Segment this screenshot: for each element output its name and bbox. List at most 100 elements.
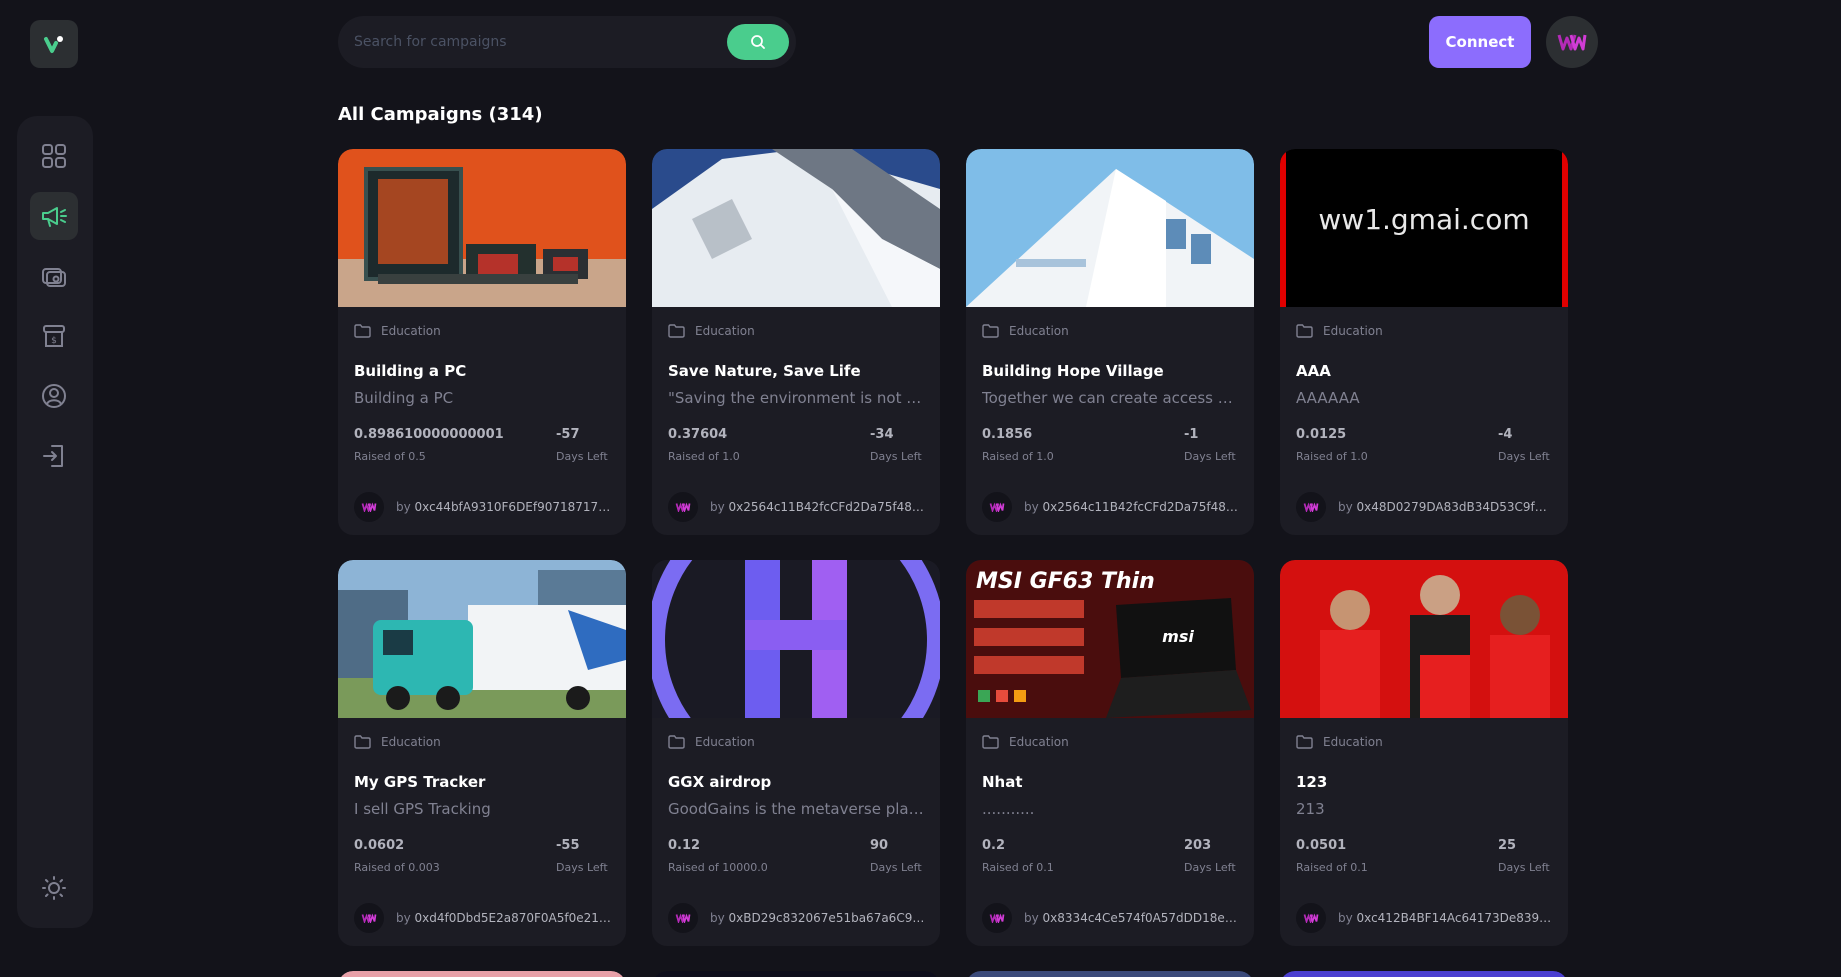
campaign-card[interactable]: Education Building Hope Village Together…: [966, 149, 1254, 535]
owner-address: by 0x8334c4Ce574f0A57dDD18ebD4C2B1A0F9E8…: [1024, 911, 1240, 925]
campaign-title: Building Hope Village: [982, 362, 1164, 380]
campaign-card[interactable]: MSI GF63 Thin msi Education Nhat .......…: [966, 560, 1254, 946]
campaign-description: GoodGains is the metaverse platform for …: [668, 800, 924, 818]
campaign-category: Education: [668, 324, 755, 338]
folder-icon: [354, 735, 371, 749]
amount-raised: 0.0501: [1296, 838, 1347, 853]
brand-avatar-icon: [989, 913, 1005, 923]
owner-address-value: 0x8334c4Ce574f0A57dDD18ebD4C2B1A0F9E8D7C…: [1042, 911, 1240, 925]
target-label: Raised of 10000.0: [668, 861, 768, 874]
campaign-image: [966, 971, 1254, 977]
payment-icon: [42, 268, 66, 287]
campaign-title: 123: [1296, 773, 1328, 791]
campaign-card[interactable]: [1280, 971, 1568, 977]
target-label: Raised of 1.0: [1296, 450, 1368, 463]
campaign-category: Education: [982, 735, 1069, 749]
amount-raised: 0.0125: [1296, 427, 1347, 442]
days-left-value: -55: [556, 838, 580, 853]
sidebar-item-logout[interactable]: [30, 432, 78, 480]
by-label: by: [710, 500, 725, 514]
search-input[interactable]: [354, 16, 654, 68]
amount-raised: 0.12: [668, 838, 701, 853]
owner-address: by 0x2564c11B42fcCFd2Da75f48222D6Fe5B6C0…: [1024, 500, 1240, 514]
brand-avatar-icon: [1303, 913, 1319, 923]
campaign-category: Education: [1296, 735, 1383, 749]
brand-avatar-icon: [989, 502, 1005, 512]
owner-address: by 0xc412B4BF14Ac64173De839BB38A1F2E3D4C…: [1338, 911, 1554, 925]
campaign-card[interactable]: [966, 971, 1254, 977]
target-label: Raised of 0.003: [354, 861, 440, 874]
owner-avatar: [1296, 903, 1326, 933]
category-label: Education: [695, 735, 755, 749]
brand-avatar-icon: [675, 913, 691, 923]
category-label: Education: [1009, 735, 1069, 749]
days-left-label: Days Left: [1184, 861, 1236, 874]
owner-avatar: [982, 492, 1012, 522]
campaign-description: ...........: [982, 800, 1035, 818]
campaign-category: Education: [354, 735, 441, 749]
campaign-image: [1280, 971, 1568, 977]
sidebar-item-profile[interactable]: [30, 372, 78, 420]
sidebar-item-withdraw[interactable]: $: [30, 312, 78, 360]
folder-icon: [1296, 735, 1313, 749]
campaign-category: Education: [1296, 324, 1383, 338]
owner-avatar: [982, 903, 1012, 933]
owner-address-value: 0x2564c11B42fcCFd2Da75f48222D6Fe5B6C0C3A…: [728, 500, 926, 514]
campaign-card[interactable]: ww1.gmai.com Education AAA AAAAAA 0.0125…: [1280, 149, 1568, 535]
theme-toggle[interactable]: [30, 864, 78, 912]
amount-raised: 0.898610000000001: [354, 427, 504, 442]
campaign-description: "Saving the environment is not only our …: [668, 389, 924, 407]
sidebar-item-campaigns[interactable]: [30, 192, 78, 240]
search-button[interactable]: [727, 24, 789, 60]
profile-avatar[interactable]: [1546, 16, 1598, 68]
app-logo[interactable]: [30, 20, 78, 68]
owner-address-value: 0xd4f0Dbd5E2a870F0A5f0e21F29C3B1a6D7E8F9…: [414, 911, 612, 925]
by-label: by: [396, 911, 411, 925]
campaign-image: [652, 149, 940, 307]
owner-avatar: [354, 903, 384, 933]
campaign-image: [1280, 560, 1568, 718]
campaign-card[interactable]: Education 123 213 0.0501 Raised of 0.1 2…: [1280, 560, 1568, 946]
search-bar: [338, 16, 796, 68]
brand-avatar-icon: [361, 913, 377, 923]
campaign-description: AAAAAA: [1296, 389, 1360, 407]
withdraw-icon: $: [43, 325, 65, 347]
campaign-title: Building a PC: [354, 362, 467, 380]
days-left-label: Days Left: [556, 450, 608, 463]
logout-icon: [43, 445, 63, 467]
by-label: by: [1024, 500, 1039, 514]
campaign-card[interactable]: Education Save Nature, Save Life "Saving…: [652, 149, 940, 535]
days-left-value: -34: [870, 427, 894, 442]
folder-icon: [354, 324, 371, 338]
folder-icon: [668, 324, 685, 338]
svg-text:$: $: [51, 336, 57, 346]
sidebar-item-dashboard[interactable]: [30, 132, 78, 180]
campaign-image: [338, 560, 626, 718]
folder-icon: [668, 735, 685, 749]
campaign-card[interactable]: Education Building a PC Building a PC 0.…: [338, 149, 626, 535]
owner-address: by 0x48D0279DA83dB34D53C9f8250E6C1B6D0fA…: [1338, 500, 1554, 514]
campaign-card[interactable]: Education GGX airdrop GoodGains is the m…: [652, 560, 940, 946]
days-left-value: 25: [1498, 838, 1517, 853]
sidebar-item-payment[interactable]: [30, 252, 78, 300]
campaign-category: Education: [354, 324, 441, 338]
days-left-value: -57: [556, 427, 580, 442]
owner-address-value: 0x48D0279DA83dB34D53C9f8250E6C1B6D0fA4B1…: [1356, 500, 1554, 514]
campaign-image: MSI GF63 Thin msi: [966, 560, 1254, 718]
connect-button[interactable]: Connect: [1429, 16, 1531, 68]
brand-avatar-icon: [1303, 502, 1319, 512]
campaign-card[interactable]: [338, 971, 626, 977]
campaign-image: [966, 149, 1254, 307]
days-left-value: 203: [1184, 838, 1212, 853]
svg-text:MSI GF63 Thin: MSI GF63 Thin: [976, 569, 1155, 594]
svg-text:ww1.gmai.com: ww1.gmai.com: [1318, 203, 1529, 236]
owner-avatar: [354, 492, 384, 522]
days-left-value: -1: [1184, 427, 1199, 442]
amount-raised: 0.37604: [668, 427, 728, 442]
profile-icon: [42, 384, 66, 408]
campaign-image: [338, 149, 626, 307]
by-label: by: [710, 911, 725, 925]
campaign-card[interactable]: Education My GPS Tracker I sell GPS Trac…: [338, 560, 626, 946]
owner-avatar: [668, 492, 698, 522]
campaign-card[interactable]: [652, 971, 940, 977]
